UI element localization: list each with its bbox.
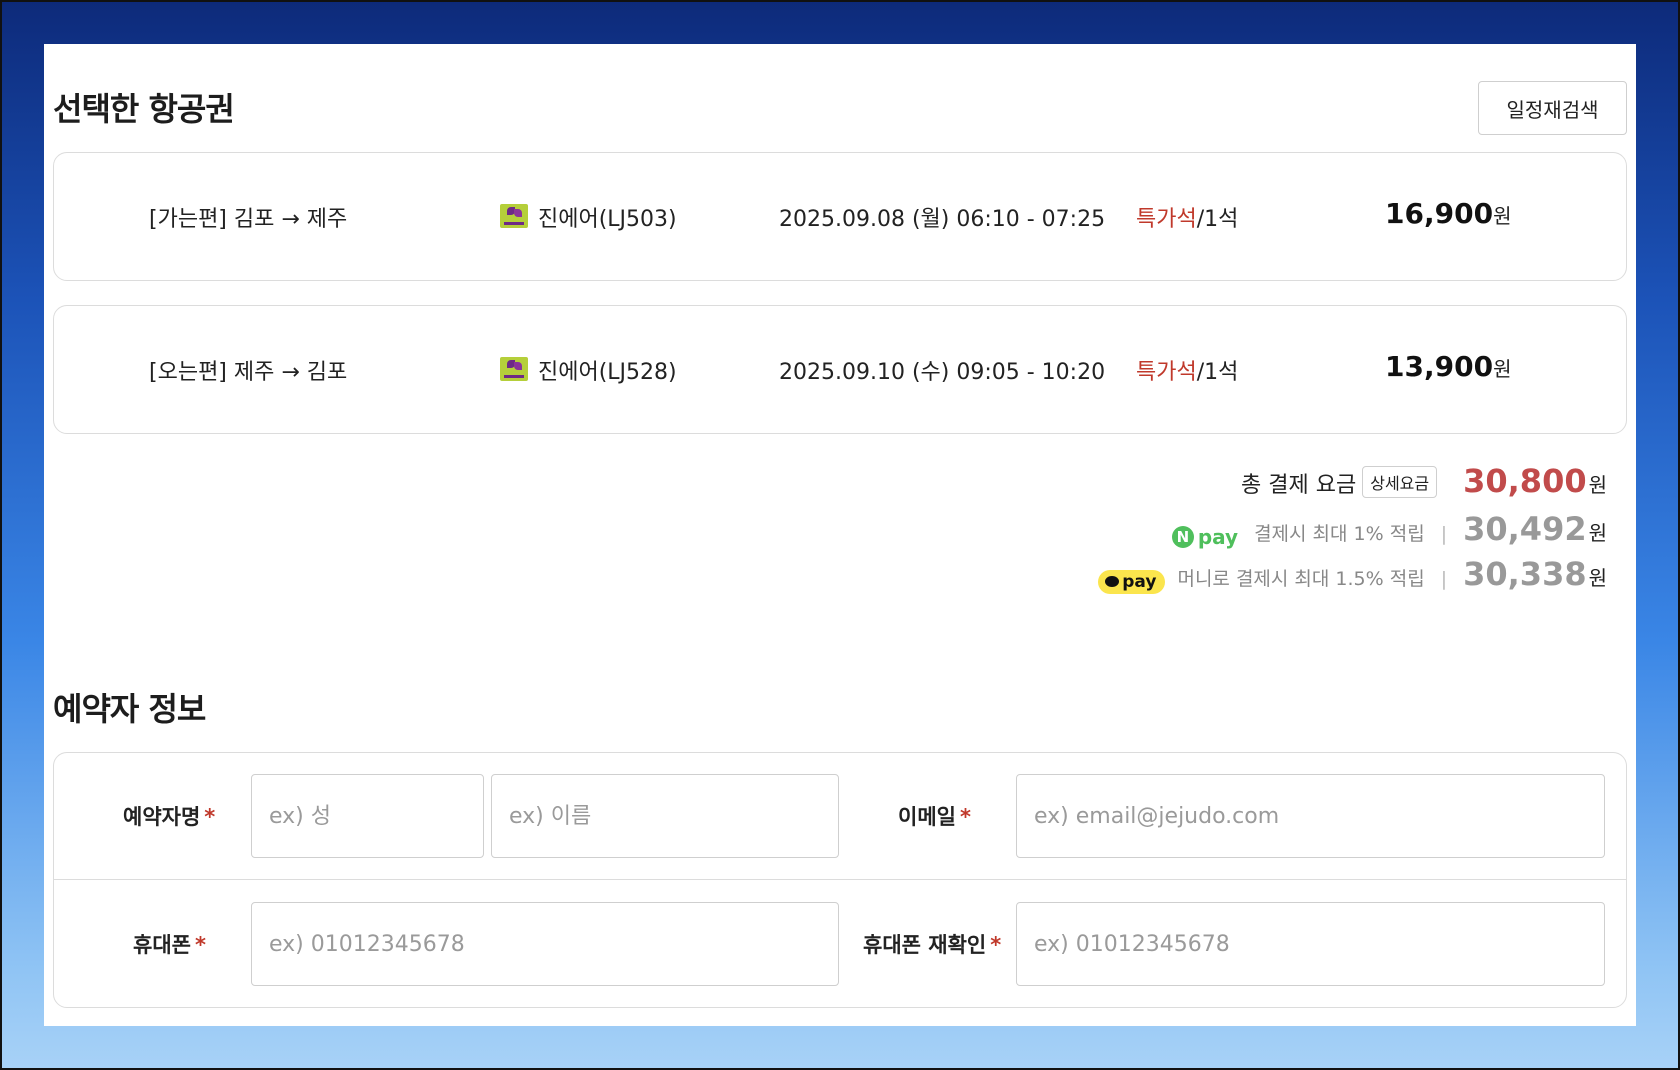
phone-confirm-input[interactable] (1016, 902, 1605, 986)
last-name-input[interactable] (251, 774, 484, 858)
booker-name-label: 예약자명 * (123, 801, 215, 831)
research-schedule-button[interactable]: 일정재검색 (1478, 81, 1627, 135)
speech-bubble-icon (1105, 576, 1120, 587)
form-divider (54, 879, 1626, 880)
kakaopay-description: 머니로 결제시 최대 1.5% 적립 (1177, 568, 1425, 590)
phone-label: 휴대폰 * (133, 929, 206, 959)
flight-price-value: 16,900 (1385, 197, 1494, 230)
jinair-logo-icon (500, 357, 528, 381)
flight-airline: 진에어(LJ503) (538, 207, 677, 232)
flight-card-outbound: [가는편] 김포 → 제주 진에어(LJ503) 2025.09.08 (월) … (53, 152, 1627, 281)
booker-name-label-text: 예약자명 (123, 805, 201, 829)
flight-price: 13,900원 (1385, 350, 1511, 383)
email-label: 이메일 * (898, 801, 971, 831)
kakaopay-logo-text: pay (1122, 571, 1157, 592)
npay-logo-letter: N (1171, 526, 1194, 548)
required-mark: * (194, 933, 206, 957)
seat-class: 특가석 (1136, 207, 1197, 232)
selected-flights-title: 선택한 항공권 (53, 90, 235, 128)
phone-confirm-label: 휴대폰 재확인 * (863, 929, 1001, 959)
flight-airline: 진에어(LJ528) (538, 360, 677, 385)
flight-card-return: [오는편] 제주 → 김포 진에어(LJ528) 2025.09.10 (수) … (53, 305, 1627, 434)
divider: | (1440, 568, 1448, 590)
npay-logo-icon: N pay (1171, 525, 1239, 549)
phone-input[interactable] (251, 902, 839, 986)
total-payment-row: 총 결제 요금 상세요금 30,800 원 (1241, 462, 1607, 501)
divider: | (1440, 523, 1448, 545)
seat-count: /1석 (1196, 360, 1239, 385)
total-payment-label: 총 결제 요금 (1241, 473, 1357, 498)
kakaopay-logo-icon: pay (1098, 569, 1166, 594)
email-input[interactable] (1016, 774, 1605, 858)
seat-count: /1석 (1196, 207, 1239, 232)
npay-description: 결제시 최대 1% 적립 (1254, 523, 1425, 545)
kakaopay-value: 30,338 (1463, 555, 1587, 593)
npay-value: 30,492 (1463, 510, 1587, 548)
flight-datetime: 2025.09.10 (수) 09:05 - 10:20 (779, 360, 1106, 385)
booker-form: 예약자명* 이메일* 휴대폰* 휴대폰 재확인* (53, 752, 1627, 1008)
required-mark: * (204, 805, 216, 829)
flight-route: [오는편] 제주 → 김포 (149, 360, 348, 385)
first-name-input[interactable] (491, 774, 839, 858)
phone-confirm-label-text: 휴대폰 재확인 (863, 933, 987, 957)
flight-route: [가는편] 김포 → 제주 (149, 207, 348, 232)
seat-class: 특가석 (1136, 360, 1197, 385)
kakaopay-row: pay 머니로 결제시 최대 1.5% 적립 | 30,338 원 (1098, 555, 1607, 594)
booking-panel: 선택한 항공권 일정재검색 [가는편] 김포 → 제주 진에어(LJ503) 2… (44, 44, 1636, 1026)
flight-price: 16,900원 (1385, 197, 1511, 230)
booker-info-title: 예약자 정보 (53, 690, 206, 728)
currency-label: 원 (1493, 204, 1512, 228)
currency-label: 원 (1588, 521, 1607, 545)
flight-datetime: 2025.09.08 (월) 06:10 - 07:25 (779, 207, 1106, 232)
flight-seat: 특가석/1석 (1136, 201, 1238, 233)
jinair-logo-icon (500, 204, 528, 228)
email-label-text: 이메일 (898, 805, 956, 829)
npay-row: N pay 결제시 최대 1% 적립 | 30,492 원 (1171, 510, 1607, 549)
npay-logo-text: pay (1197, 525, 1239, 549)
flight-price-value: 13,900 (1385, 350, 1494, 383)
fare-detail-button[interactable]: 상세요금 (1362, 466, 1438, 498)
currency-label: 원 (1493, 357, 1512, 381)
currency-label: 원 (1588, 473, 1607, 497)
currency-label: 원 (1588, 566, 1607, 590)
phone-label-text: 휴대폰 (133, 933, 191, 957)
total-payment-value: 30,800 (1463, 462, 1587, 500)
required-mark: * (990, 933, 1002, 957)
required-mark: * (959, 805, 971, 829)
flight-seat: 특가석/1석 (1136, 354, 1238, 386)
